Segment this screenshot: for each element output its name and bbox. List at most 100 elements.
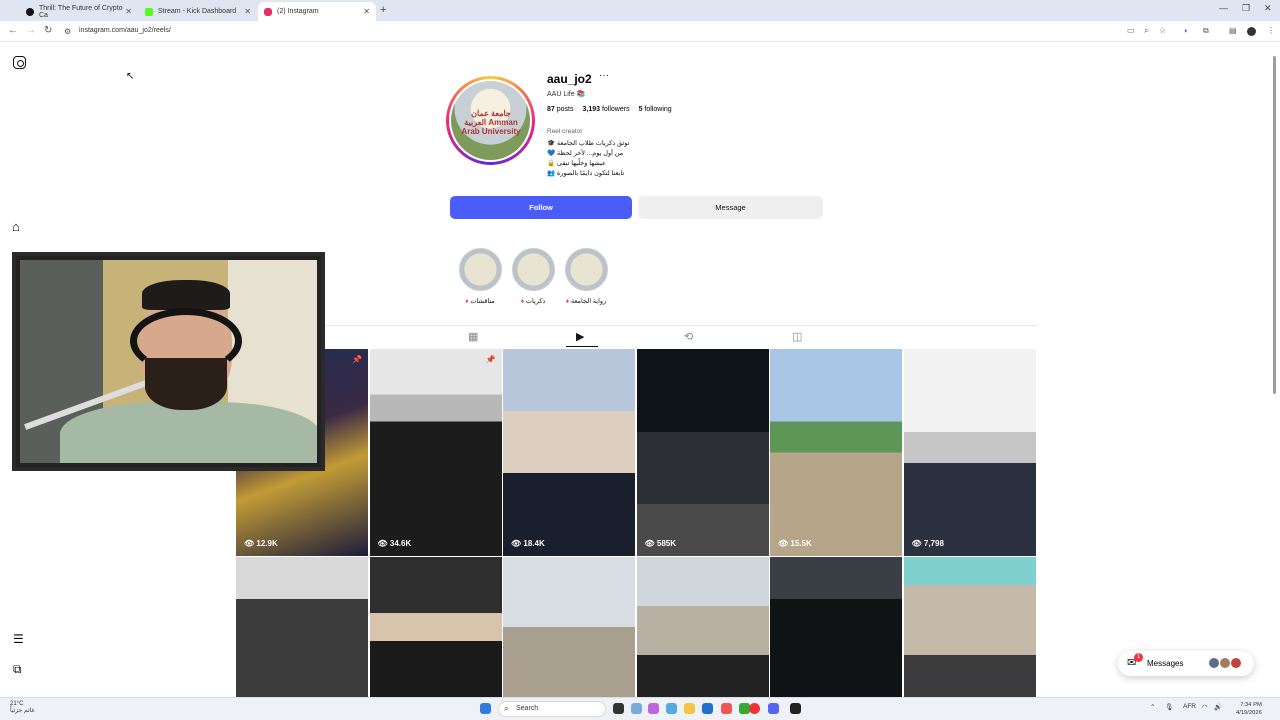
start-icon[interactable] (480, 703, 491, 714)
also-from-meta-icon[interactable]: ⧉ (13, 662, 22, 677)
highlight-label: مناقشات (470, 298, 495, 305)
bio-title: Reel creator (547, 128, 583, 135)
flame-icon: ♦ (465, 298, 469, 305)
reel-thumbnail[interactable]: 👁 7,798 (903, 349, 1036, 556)
screen-cast-icon[interactable]: ▭ (1127, 26, 1135, 35)
reposts-icon[interactable]: ⟲ (684, 330, 693, 343)
discord-icon[interactable] (768, 703, 779, 714)
reel-view-count: 👁 585K (644, 539, 677, 548)
messages-label: Messages (1147, 659, 1184, 668)
bio-line: 👥 تابعنا لتكون دايمًا بالصورة (547, 170, 625, 177)
unread-badge: 1 (1134, 653, 1143, 662)
store-icon[interactable] (702, 703, 713, 714)
close-icon[interactable]: ✕ (244, 7, 251, 16)
reel-thumbnail[interactable] (503, 557, 635, 697)
pin-icon: 📌 (485, 355, 496, 364)
forward-icon[interactable]: → (26, 25, 36, 36)
highlight-cover (511, 248, 555, 291)
more-options-icon[interactable]: ··· (599, 70, 609, 81)
followers-stat[interactable]: 3,193 followers (582, 106, 629, 113)
maximize-icon[interactable]: ❐ (1242, 3, 1250, 14)
reel-thumbnail[interactable] (770, 557, 902, 697)
reels-icon[interactable]: ▶ (576, 330, 584, 343)
sidebar-toggle-icon[interactable]: ▤ (1229, 26, 1237, 35)
avatar (1230, 657, 1242, 669)
reel-view-count: 👁 12.9K (244, 539, 278, 548)
wifi-icon[interactable]: ◠ (1202, 703, 1208, 711)
hamburger-menu-icon[interactable]: ☰ (13, 632, 24, 646)
reel-thumbnail[interactable] (369, 557, 502, 697)
profile-stats: 87 posts 3,193 followers 5 following (547, 106, 672, 113)
task-view-icon[interactable] (613, 703, 624, 714)
bio-line: 🔒 عيشها وخلّيها تبقى (547, 160, 606, 167)
copilot-icon[interactable] (648, 703, 659, 714)
reel-view-count: 👁 7,798 (911, 539, 944, 548)
reload-icon[interactable]: ↻ (44, 25, 52, 36)
reel-thumbnail[interactable]: 👁 15.5K (770, 349, 902, 556)
page-scrollbar[interactable] (1273, 56, 1276, 394)
home-icon[interactable]: ⌂ (12, 219, 20, 234)
tray-chevron-icon[interactable]: ⌃ (1150, 703, 1155, 711)
browser-tab-3-active[interactable]: (2) Instagram ✕ (258, 2, 376, 21)
url-field[interactable]: instagram.com/aau_jo2/reels/ (79, 27, 171, 34)
profile-avatar-icon[interactable] (1247, 27, 1256, 36)
weather-widget[interactable]: 21°C غائم جزئياً (10, 701, 35, 714)
back-icon[interactable]: ← (8, 25, 18, 36)
microphone-icon[interactable]: 🎙 (1165, 703, 1173, 711)
search-icon: ⌕ (504, 704, 509, 713)
following-stat[interactable]: 5 following (639, 106, 672, 113)
browser-tab-1[interactable]: Thrill: The Future of Crypto Ca ✕ (20, 2, 138, 21)
media-icon[interactable] (721, 703, 732, 714)
tab-favicon-icon (26, 7, 34, 16)
taskbar-search[interactable]: ⌕ Search (498, 701, 606, 717)
taskbar-clock[interactable]: 7:34 PM 4/19/2026 (1236, 701, 1262, 717)
clock-date: 4/19/2026 (1236, 710, 1262, 716)
highlight-item[interactable]: ♦ ذكريات (511, 248, 555, 305)
volume-icon[interactable]: 🔊 (1214, 703, 1222, 711)
posts-grid-icon[interactable]: ▦ (468, 330, 478, 343)
extensions-icon[interactable]: ⧉ (1203, 26, 1209, 36)
highlight-item[interactable]: ♦ رواية الجامعة (564, 248, 608, 305)
read-aloud-icon[interactable]: ◐ (1184, 26, 1189, 35)
close-icon[interactable]: ✕ (363, 7, 370, 16)
chrome-icon[interactable] (749, 703, 760, 714)
reel-thumbnail[interactable]: 👁 585K (636, 349, 769, 556)
instagram-logo-icon[interactable] (13, 56, 26, 69)
language-indicator[interactable]: AFR (1183, 703, 1196, 710)
messages-button[interactable]: ✉ 1 Messages (1118, 651, 1254, 676)
active-tab-indicator (566, 346, 598, 347)
reel-thumbnail[interactable] (236, 557, 368, 697)
app-icon[interactable] (666, 703, 677, 714)
reel-thumbnail[interactable] (903, 557, 1036, 697)
posts-stat: 87 posts (547, 106, 574, 113)
widgets-icon[interactable] (631, 703, 642, 714)
bio-text: 🎓 توثق ذكريات طلاب الجامعة 💙 من أول يوم.… (547, 139, 629, 179)
close-icon[interactable]: ✕ (125, 7, 132, 16)
reel-thumbnail[interactable]: 📌 👁 34.6K (369, 349, 502, 556)
bookmark-star-icon[interactable]: ☆ (1159, 26, 1166, 35)
bio-line: 🎓 توثق ذكريات طلاب الجامعة (547, 140, 630, 147)
browser-tab-2[interactable]: Stream - Kick Dashboard ✕ (139, 2, 257, 21)
bio-line: 💙 من أول يوم... لآخر لحظة (547, 150, 624, 157)
highlight-item[interactable]: ♦ مناقشات (458, 248, 502, 305)
menu-dots-icon[interactable]: ⋮ (1267, 26, 1275, 35)
streamer-shirt (60, 402, 317, 463)
minimize-icon[interactable]: — (1219, 3, 1228, 13)
flame-icon: ♦ (565, 298, 570, 305)
site-info-icon[interactable]: ⚙ (64, 27, 71, 36)
file-explorer-icon[interactable] (684, 703, 695, 714)
zoom-icon[interactable]: ⌕ (1144, 26, 1148, 36)
reel-thumbnail[interactable] (636, 557, 769, 697)
message-button[interactable]: Message (638, 196, 823, 219)
webcam-overlay (12, 252, 325, 471)
close-window-icon[interactable]: ✕ (1264, 3, 1272, 14)
app-icon[interactable] (790, 703, 801, 714)
tagged-icon[interactable]: ◫ (792, 330, 802, 343)
profile-avatar[interactable]: جامعة عمان العربية Amman Arab University (446, 76, 535, 165)
new-tab-icon[interactable]: + (380, 4, 386, 16)
profile-username: aau_jo2 (547, 72, 592, 86)
reel-view-count: 👁 34.6K (377, 539, 412, 548)
reel-thumbnail[interactable]: 👁 18.4K (503, 349, 635, 556)
follow-button[interactable]: Follow (450, 196, 632, 219)
browser-tab-strip: Thrill: The Future of Crypto Ca ✕ Stream… (0, 0, 1280, 21)
